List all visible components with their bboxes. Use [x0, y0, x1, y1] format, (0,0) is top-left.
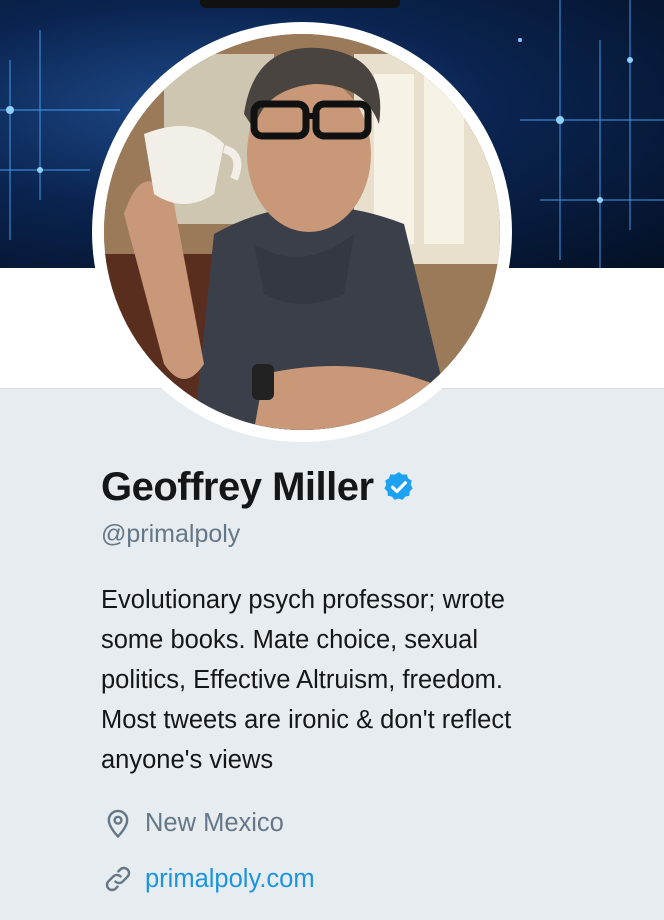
- verified-badge-icon: [382, 470, 416, 504]
- profile-website[interactable]: primalpoly.com: [101, 862, 315, 896]
- avatar[interactable]: [104, 34, 500, 430]
- profile-location: New Mexico: [101, 806, 284, 840]
- map-pin-icon: [101, 806, 135, 840]
- bio-line: Evolutionary psych professor; wrote: [101, 586, 505, 614]
- bio-line: Most tweets are ironic & don't reflect: [101, 706, 512, 734]
- location-text: New Mexico: [145, 808, 284, 837]
- profile-bio: Evolutionary psych professor; wrote some…: [101, 580, 641, 780]
- avatar-photo: [104, 34, 500, 430]
- bio-line: some books. Mate choice, sexual: [101, 626, 479, 654]
- bio-line: politics, Effective Altruism, freedom.: [101, 666, 504, 694]
- tooltip-stub: [200, 0, 400, 8]
- website-link[interactable]: primalpoly.com: [145, 865, 315, 894]
- profile-name[interactable]: Geoffrey Miller: [101, 465, 374, 510]
- profile-name-row: Geoffrey Miller: [101, 462, 416, 512]
- bio-line: anyone's views: [101, 746, 274, 774]
- profile-handle[interactable]: @primalpoly: [101, 520, 240, 549]
- link-icon: [101, 862, 135, 896]
